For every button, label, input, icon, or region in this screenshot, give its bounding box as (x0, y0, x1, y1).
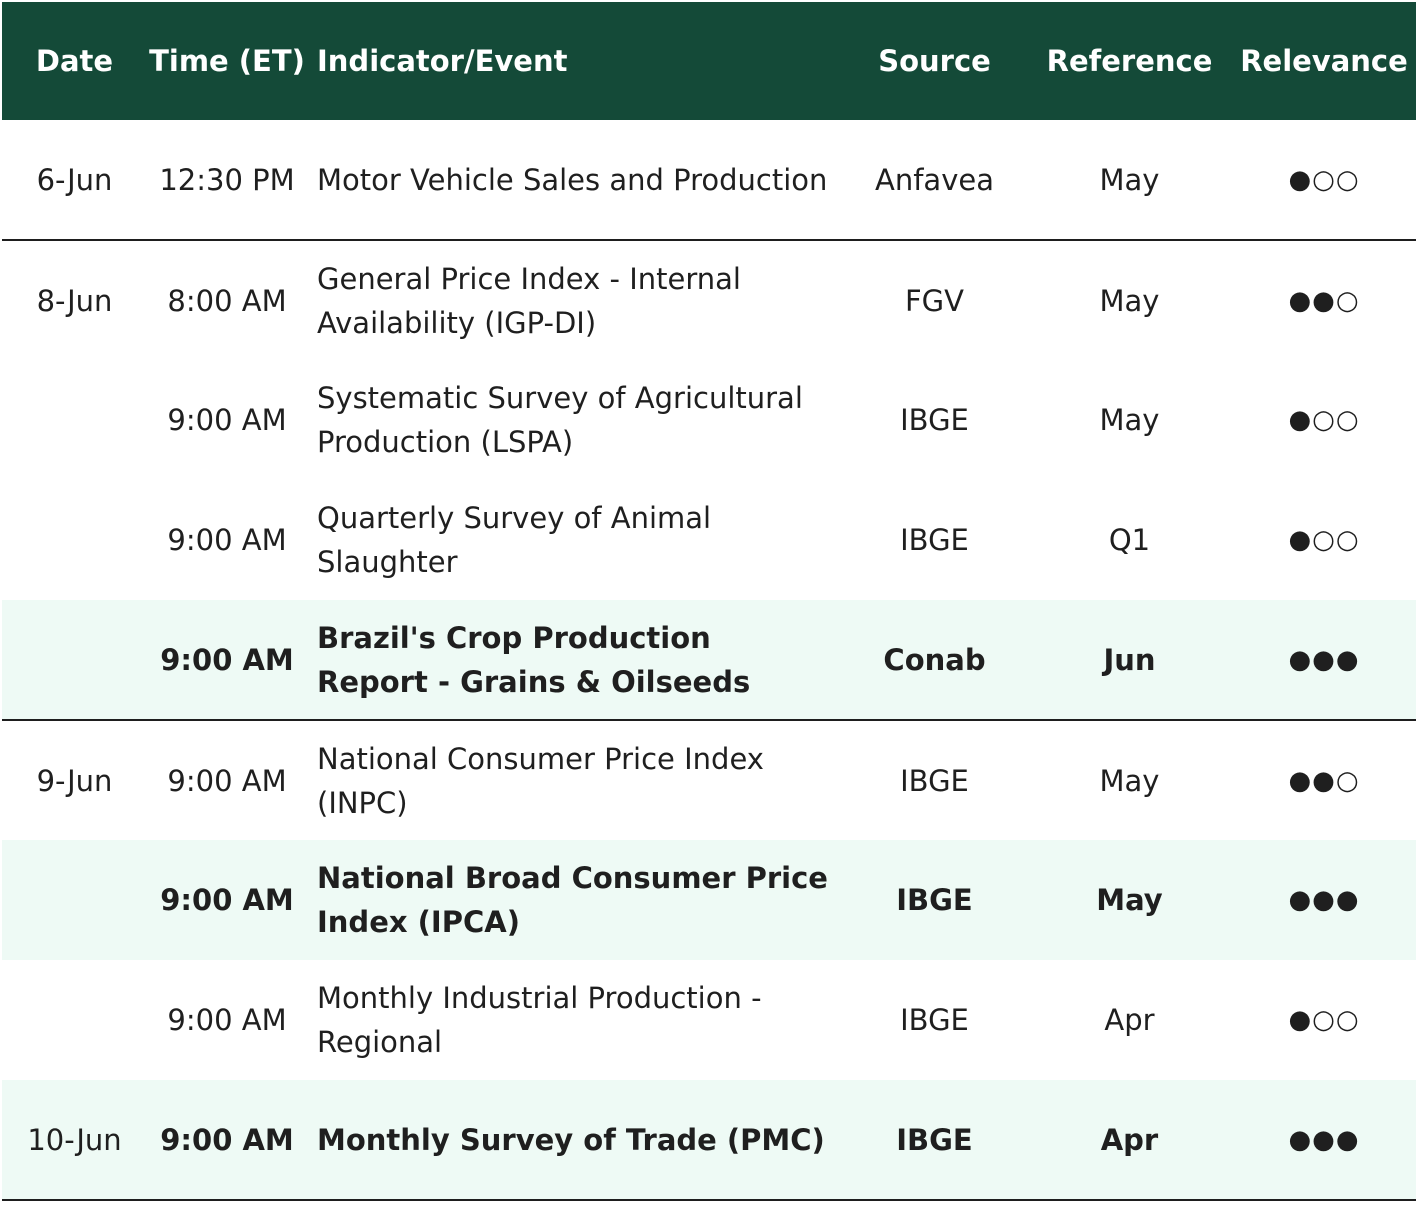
source-cell: IBGE (900, 763, 969, 798)
table-row: 9-Jun 9:00 AM National Consumer Price In… (2, 720, 1416, 840)
relevance-dots: ●●● (1288, 885, 1360, 915)
indicator-cell: Quarterly Survey of Animal Slaughter (317, 501, 712, 579)
source-cell: IBGE (896, 883, 973, 917)
header-indicator: Indicator/Event (317, 44, 568, 78)
source-cell: Anfavea (842, 120, 1027, 241)
relevance-dots: ●●○ (1288, 285, 1360, 316)
indicator-cell: General Price Index - Internal Availabil… (317, 261, 741, 340)
reference-cell: Q1 (1108, 523, 1151, 557)
source-cell: IBGE (900, 403, 969, 437)
date-cell: 8-Jun (36, 283, 113, 318)
date-cell: 9-Jun (36, 763, 113, 798)
table-header: Date Time (ET) Indicator/Event Source Re… (2, 2, 1416, 120)
source-cell: Conab (842, 600, 1027, 721)
table-body: 6-Jun 12:30 PM Motor Vehicle Sales and P… (2, 120, 1416, 1201)
time-cell: 9:00 AM (167, 1003, 287, 1037)
date-cell (2, 480, 147, 600)
reference-cell: May (1099, 403, 1160, 437)
indicator-cell: National Consumer Price Index (INPC) (317, 741, 764, 820)
source-cell: IBGE (842, 1080, 1027, 1201)
time-cell: 12:30 PM (147, 120, 307, 241)
relevance-dots: ●○○ (1288, 525, 1360, 555)
header-reference: Reference (1046, 44, 1213, 78)
table-row: 9:00 AM Systematic Survey of Agricultura… (2, 360, 1416, 480)
table-row: 9:00 AM Quarterly Survey of Animal Slaug… (2, 480, 1416, 600)
reference-cell: May (1099, 283, 1160, 318)
indicator-cell: National Broad Consumer Price Index (IPC… (317, 861, 828, 939)
time-cell: 8:00 AM (167, 283, 287, 318)
reference-cell: Jun (1027, 600, 1232, 721)
table-row: 9:00 AM Monthly Industrial Production - … (2, 960, 1416, 1080)
table-row-highlighted: 9:00 AM National Broad Consumer Price In… (2, 840, 1416, 960)
relevance-dots: ●●● (1232, 600, 1416, 721)
source-cell: IBGE (900, 1003, 969, 1037)
indicator-cell: Monthly Survey of Trade (PMC) (307, 1080, 842, 1201)
relevance-dots: ●●● (1232, 1080, 1416, 1201)
date-cell: 6-Jun (2, 120, 147, 241)
reference-cell: Apr (1104, 1003, 1155, 1037)
indicator-cell: Systematic Survey of Agricultural Produc… (317, 381, 803, 459)
time-cell: 9:00 AM (167, 523, 287, 557)
relevance-dots: ●●○ (1288, 765, 1360, 796)
date-cell (2, 360, 147, 480)
time-cell: 9:00 AM (147, 600, 307, 721)
header-time: Time (ET) (149, 44, 305, 78)
time-cell: 9:00 AM (167, 403, 287, 437)
economic-calendar-table: Date Time (ET) Indicator/Event Source Re… (2, 2, 1416, 1201)
reference-cell: May (1027, 120, 1232, 241)
table-row-highlighted: 9:00 AM Brazil's Crop Production Report … (2, 600, 1416, 721)
table-row: 6-Jun 12:30 PM Motor Vehicle Sales and P… (2, 120, 1416, 241)
header-source: Source (878, 44, 991, 78)
date-cell (2, 600, 147, 721)
indicator-cell: Monthly Industrial Production - Regional (317, 981, 762, 1059)
table-row: 8-Jun 8:00 AM General Price Index - Inte… (2, 240, 1416, 360)
indicator-cell: Motor Vehicle Sales and Production (307, 120, 842, 241)
reference-cell: Apr (1027, 1080, 1232, 1201)
header-relevance: Relevance (1240, 44, 1408, 78)
date-cell (2, 840, 147, 960)
date-cell: 10-Jun (2, 1080, 147, 1201)
relevance-dots: ●○○ (1288, 1005, 1360, 1035)
date-cell (2, 960, 147, 1080)
time-cell: 9:00 AM (147, 1080, 307, 1201)
reference-cell: May (1099, 763, 1160, 798)
time-cell: 9:00 AM (160, 883, 294, 917)
relevance-dots: ●○○ (1232, 120, 1416, 241)
reference-cell: May (1096, 883, 1163, 917)
time-cell: 9:00 AM (167, 763, 287, 798)
source-cell: FGV (905, 283, 964, 318)
source-cell: IBGE (900, 523, 969, 557)
header-row: Date Time (ET) Indicator/Event Source Re… (2, 2, 1416, 120)
indicator-cell: Brazil's Crop Production Report - Grains… (307, 600, 842, 721)
header-date: Date (35, 44, 114, 78)
relevance-dots: ●○○ (1288, 405, 1360, 435)
table-row-highlighted: 10-Jun 9:00 AM Monthly Survey of Trade (… (2, 1080, 1416, 1201)
